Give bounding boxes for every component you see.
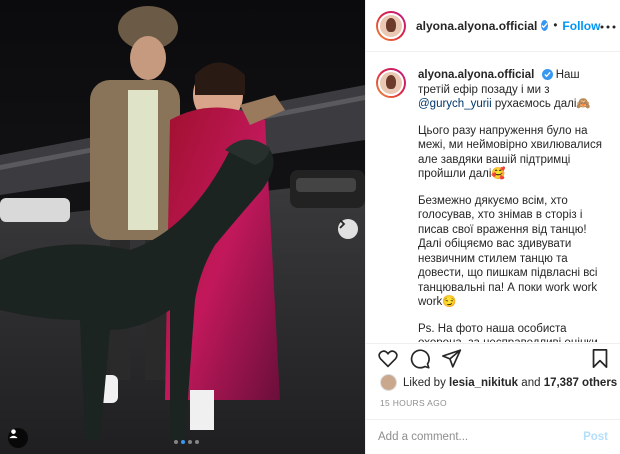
more-options-button[interactable] [600, 20, 616, 32]
separator: • [553, 19, 558, 32]
bookmark-icon [592, 349, 608, 368]
post-timestamp[interactable]: 15 HOURS AGO [380, 398, 447, 408]
caption-username[interactable]: alyona.alyona.official [418, 69, 534, 81]
carousel-dot [188, 440, 192, 444]
mention-link[interactable]: @gurych_yurii [418, 98, 492, 110]
more-icon [600, 25, 616, 28]
user-tag-icon [9, 429, 18, 439]
verified-badge-icon [541, 69, 553, 81]
like-button[interactable] [378, 349, 398, 368]
caption-paragraph-3: Безмежно дякуємо всім, хто голосував, хт… [418, 194, 598, 309]
likes-prefix: Liked by [403, 376, 446, 389]
caption-section: alyona.alyona.official Наш третій ефір п… [366, 52, 620, 342]
liker-avatar[interactable] [380, 374, 397, 391]
post-comment-button[interactable]: Post [583, 431, 608, 443]
carousel-dot [195, 440, 199, 444]
caption-paragraph-2: Цього разу напруження було на межі, ми н… [418, 124, 602, 181]
comment-button[interactable] [410, 348, 430, 369]
share-button[interactable] [442, 349, 462, 368]
photo-image [0, 0, 365, 454]
heart-icon [378, 349, 398, 368]
likes-others-link[interactable]: 17,387 others [544, 377, 618, 389]
caption-paragraph-4: Ps. На фото наша особиста охорона, за не… [418, 322, 598, 343]
post-photo[interactable] [0, 0, 365, 454]
carousel-indicator [174, 440, 199, 444]
save-button[interactable] [592, 349, 608, 368]
post-header: alyona.alyona.official • Follow [366, 0, 620, 52]
user-tag-button[interactable] [8, 428, 28, 448]
next-slide-button[interactable] [338, 219, 358, 239]
comment-bar: Post [366, 419, 620, 454]
comment-input[interactable] [378, 431, 584, 443]
header-username[interactable]: alyona.alyona.official [416, 19, 537, 33]
action-bar [366, 343, 620, 373]
liker-username[interactable]: lesia_nikituk [449, 377, 518, 389]
chevron-right-icon [339, 219, 346, 229]
post-side-panel: alyona.alyona.official • Follow alyona.a… [365, 0, 620, 454]
verified-badge-icon [541, 20, 549, 31]
share-icon [442, 349, 462, 368]
caption-line1-end: рухаємось далі🙈 [494, 98, 591, 110]
carousel-dot-active [181, 440, 185, 444]
comment-icon [410, 348, 430, 369]
caption-avatar[interactable] [376, 68, 406, 98]
carousel-dot [174, 440, 178, 444]
caption-text: alyona.alyona.official Наш третій ефір п… [418, 68, 603, 342]
avatar[interactable] [376, 10, 406, 41]
likes-summary: Liked by lesia_nikituk and 17,387 others [380, 374, 617, 391]
follow-button[interactable]: Follow [562, 19, 600, 33]
likes-conj: and [521, 376, 541, 389]
